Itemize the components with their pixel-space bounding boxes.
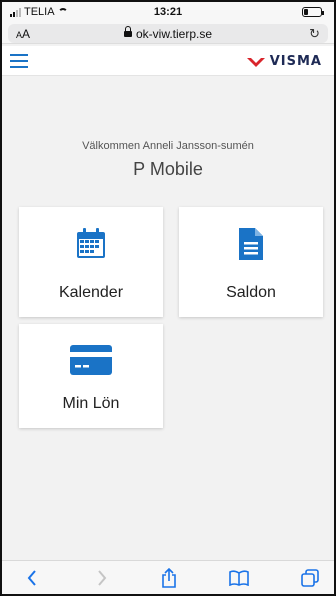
back-icon [27,570,36,586]
tile-min-lon[interactable]: Min Lön [19,324,163,428]
logo-text: VISMA [269,54,322,69]
url-field[interactable]: AA ok-viw.tierp.se ↻ [8,24,328,43]
url-text: ok-viw.tierp.se [135,27,213,41]
share-icon [162,568,176,588]
bookmarks-icon [229,570,249,586]
page-title: P Mobile [133,159,203,179]
welcome-message: Välkommen Anneli Jansson-sumén [82,140,254,152]
phone-screen: TELIA 13:21 AA ok-viw.tierp.se ↻ VISMA V… [0,0,336,596]
tabs-button[interactable] [296,567,324,589]
clock: 13:21 [153,6,183,18]
tile-saldon[interactable]: Saldon [179,207,323,317]
reload-icon[interactable]: ↻ [309,26,320,42]
bookmarks-button[interactable] [225,567,253,589]
visma-logo-mark [246,57,265,67]
tile-label: Kalender [58,284,124,301]
tile-kalender[interactable]: Kalender [19,207,163,317]
lock-icon [123,25,132,37]
back-button[interactable] [18,567,46,589]
forward-button[interactable] [88,567,116,589]
menu-icon[interactable] [10,54,28,68]
status-bar: TELIA 13:21 [2,2,334,22]
tile-label: Saldon [226,284,276,301]
app-header: VISMA [2,46,334,76]
share-button[interactable] [155,567,183,589]
forward-icon [98,570,107,586]
url-display[interactable]: ok-viw.tierp.se [8,25,328,41]
document-icon [239,228,263,260]
browser-toolbar [2,560,334,594]
credit-card-icon [70,345,112,375]
visma-logo: VISMA [246,54,322,69]
battery-icon [302,7,324,17]
calendar-icon [77,228,105,258]
tile-label: Min Lön [62,395,120,412]
browser-address-bar: AA ok-viw.tierp.se ↻ [2,22,334,44]
tabs-icon [301,569,319,587]
